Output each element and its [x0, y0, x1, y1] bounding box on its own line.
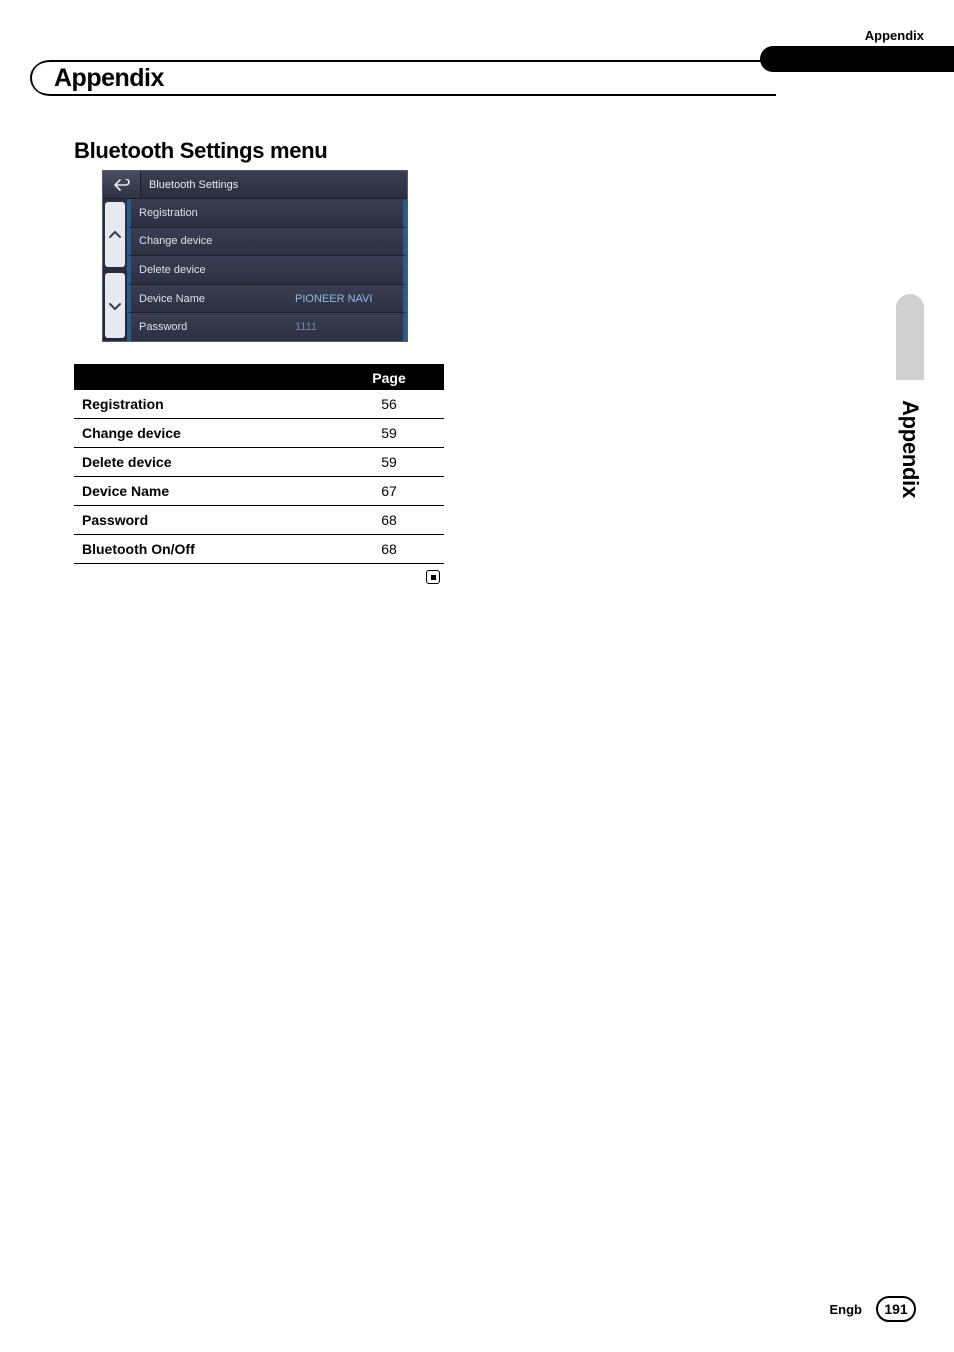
list-item[interactable]: Password 1111: [127, 313, 407, 341]
chapter-title-bar: Appendix: [30, 60, 776, 96]
section-end-marker-row: [74, 564, 444, 587]
bluetooth-settings-screenshot: Bluetooth Settings Registration Change d…: [102, 170, 408, 342]
setting-page: 59: [334, 454, 444, 470]
scroll-arrows: [103, 199, 127, 341]
side-tab: Appendix: [896, 374, 924, 524]
section-end-icon: [426, 570, 440, 584]
setting-page: 68: [334, 541, 444, 557]
table-row: Device Name 67: [74, 477, 444, 506]
list-item-label: Change device: [131, 235, 291, 247]
screenshot-title: Bluetooth Settings: [141, 171, 407, 198]
footer-language: Engb: [830, 1302, 863, 1317]
list-item-label: Delete device: [131, 264, 291, 276]
list-item[interactable]: Delete device: [127, 256, 407, 285]
list-item-value: PIONEER NAVI: [291, 293, 372, 305]
table-row: Password 68: [74, 506, 444, 535]
list-item[interactable]: Change device: [127, 228, 407, 257]
page: Appendix Appendix Bluetooth Settings men…: [0, 0, 954, 1352]
table-row: Change device 59: [74, 419, 444, 448]
header-band: [760, 46, 954, 72]
scroll-up-button[interactable]: [105, 202, 125, 267]
screenshot-body: Registration Change device Delete device…: [103, 199, 407, 341]
table-row: Bluetooth On/Off 68: [74, 535, 444, 564]
setting-name: Bluetooth On/Off: [74, 541, 334, 557]
screenshot-top-bar: Bluetooth Settings: [103, 171, 407, 199]
list-item-label: Device Name: [131, 293, 291, 305]
side-tab-label: Appendix: [897, 400, 923, 498]
chevron-up-icon: [109, 231, 121, 239]
setting-name: Password: [74, 512, 334, 528]
page-footer: Engb 191: [830, 1296, 917, 1322]
table-header-page: Page: [334, 366, 444, 390]
setting-name: Delete device: [74, 454, 334, 470]
list-item-label: Password: [131, 321, 291, 333]
chevron-down-icon: [109, 302, 121, 310]
table-header-name: [74, 366, 334, 390]
chapter-title: Appendix: [54, 64, 164, 93]
setting-name: Device Name: [74, 483, 334, 499]
settings-list: Registration Change device Delete device…: [127, 199, 407, 341]
page-reference-table: Page Registration 56 Change device 59 De…: [74, 364, 444, 587]
side-tab-track: [896, 294, 924, 380]
list-item[interactable]: Device Name PIONEER NAVI: [127, 285, 407, 314]
setting-page: 68: [334, 512, 444, 528]
list-item-label: Registration: [131, 207, 291, 219]
table-header: Page: [74, 364, 444, 390]
setting-name: Registration: [74, 396, 334, 412]
footer-page-number: 191: [876, 1296, 916, 1322]
setting-name: Change device: [74, 425, 334, 441]
section-title: Bluetooth Settings menu: [74, 138, 327, 164]
list-item[interactable]: Registration: [127, 199, 407, 228]
back-arrow-icon: [114, 179, 130, 191]
back-button[interactable]: [103, 171, 141, 198]
table-row: Delete device 59: [74, 448, 444, 477]
table-row: Registration 56: [74, 390, 444, 419]
list-item-value: 1111: [291, 321, 317, 333]
setting-page: 67: [334, 483, 444, 499]
setting-page: 56: [334, 396, 444, 412]
setting-page: 59: [334, 425, 444, 441]
scroll-down-button[interactable]: [105, 273, 125, 338]
